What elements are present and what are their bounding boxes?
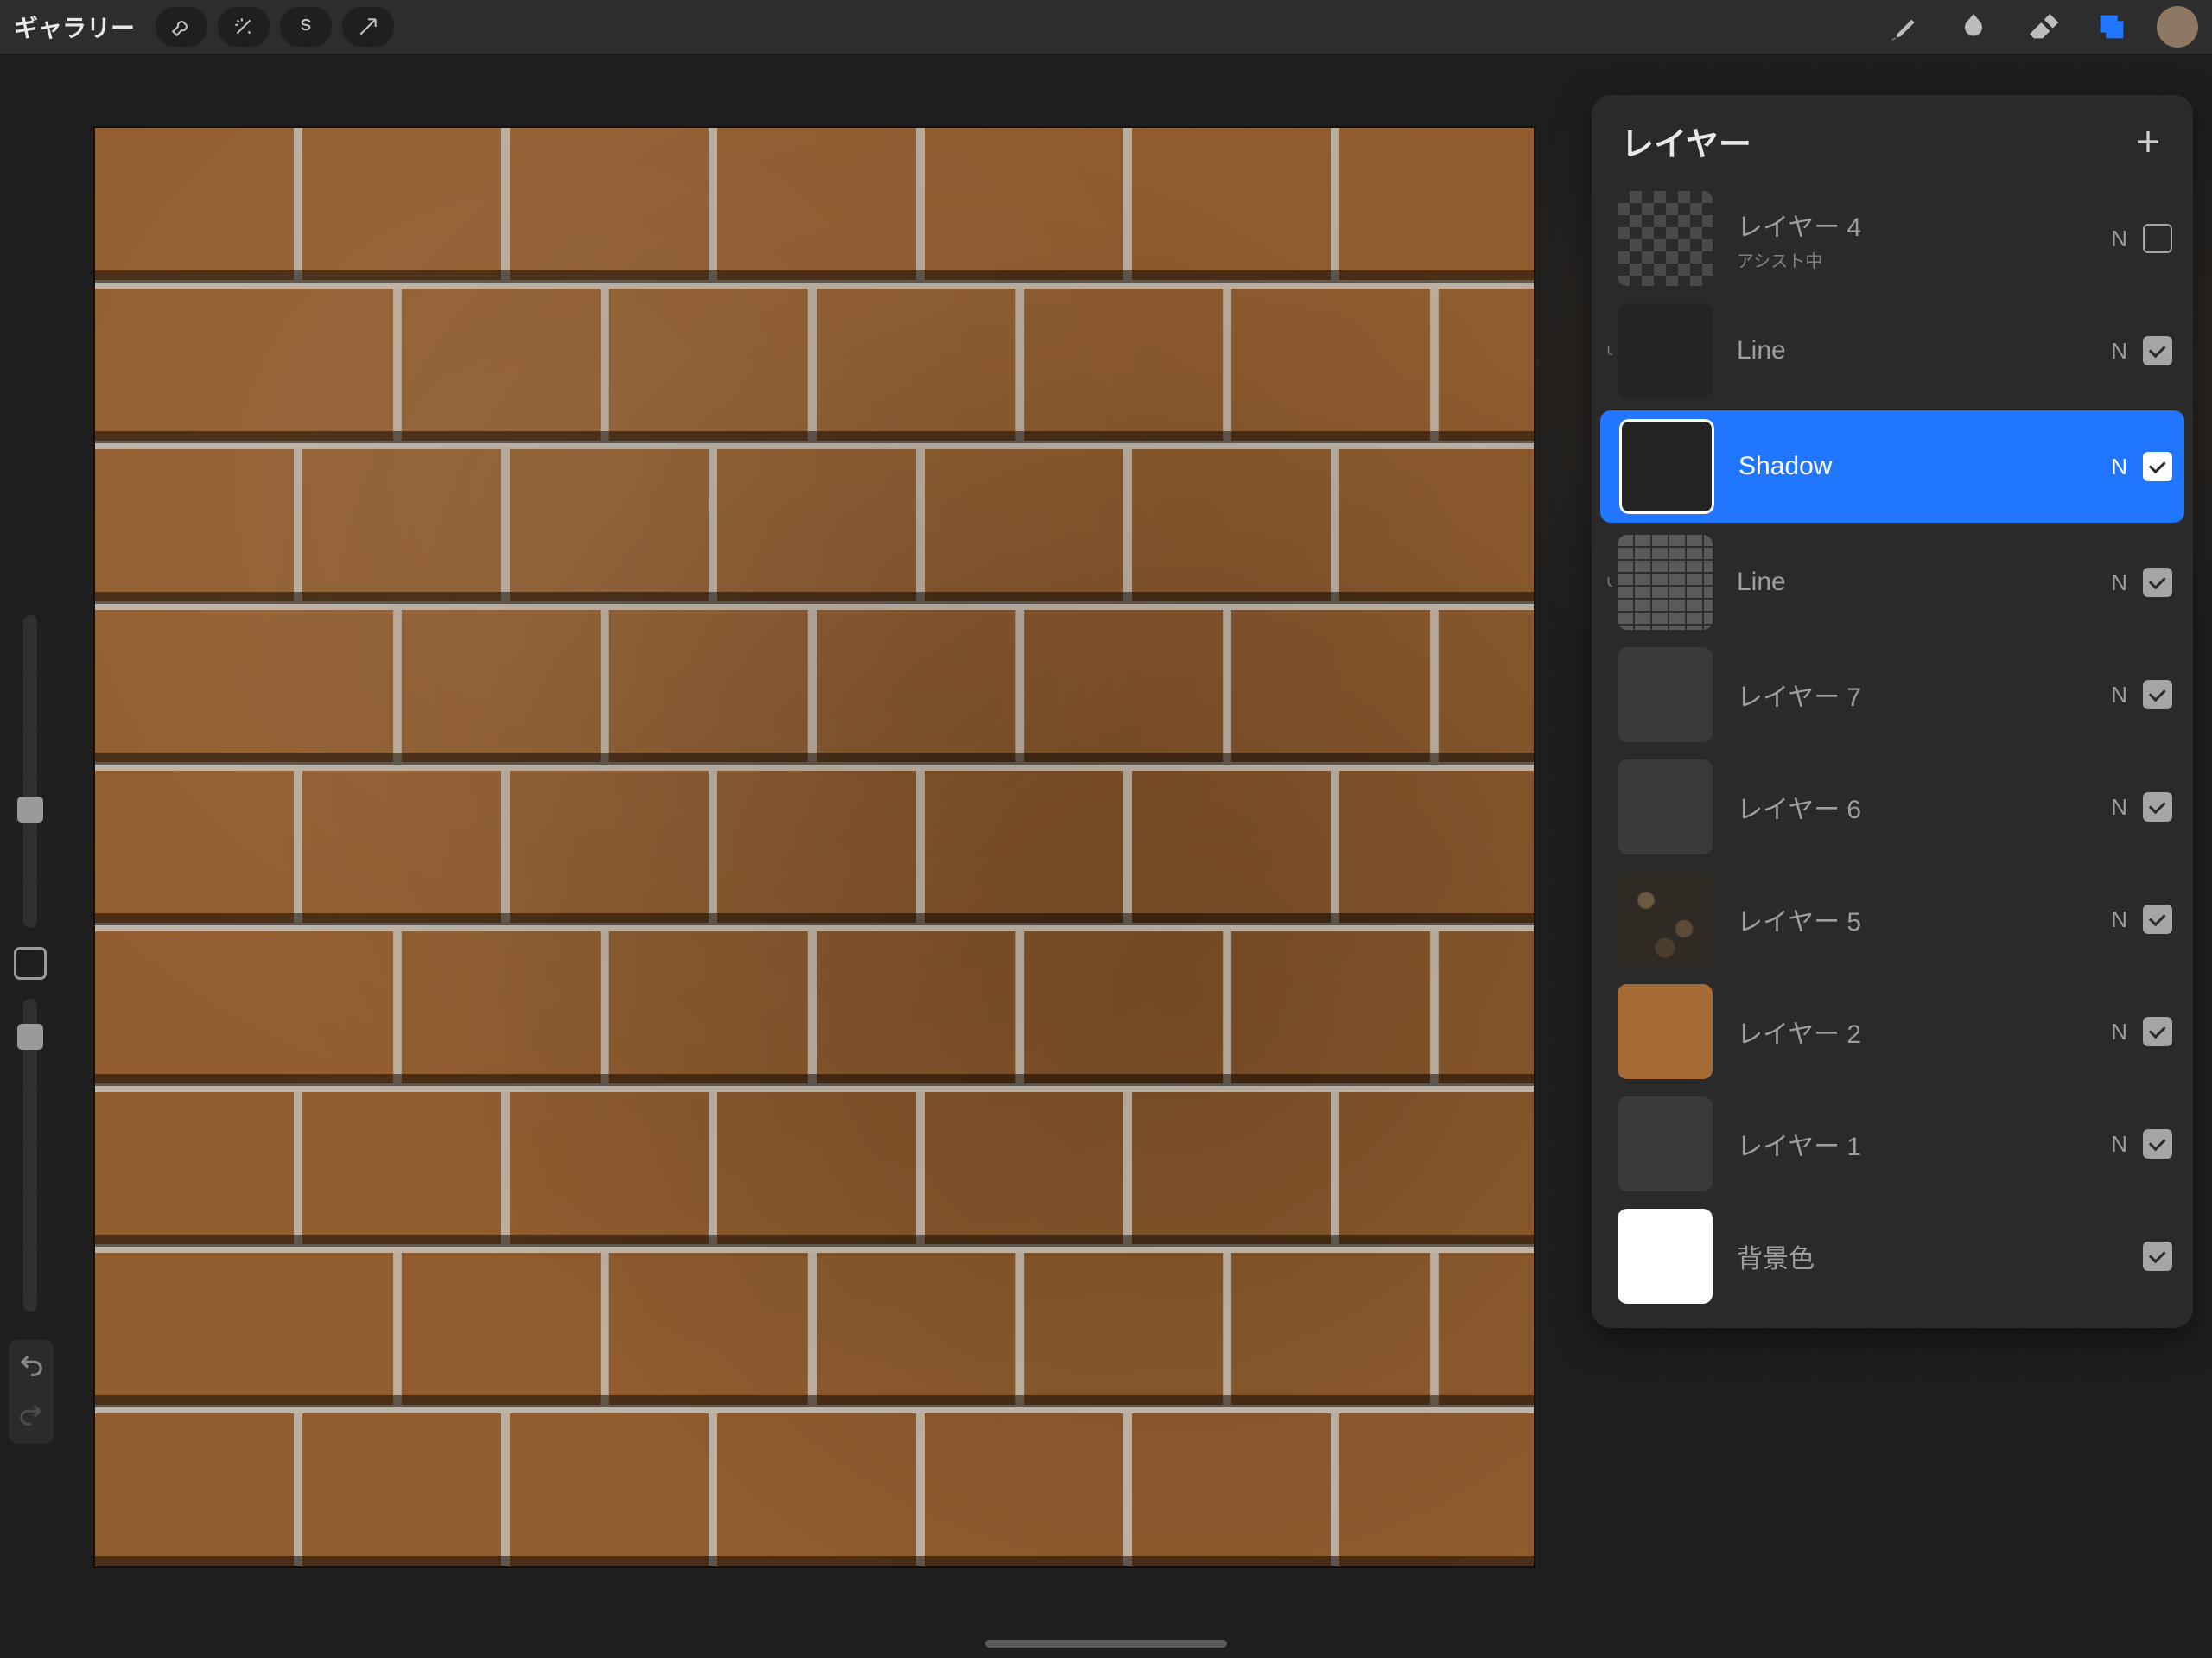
layer-thumbnail[interactable] <box>1618 759 1713 854</box>
layer-row[interactable]: Line N <box>1592 295 2193 407</box>
left-slider-rail <box>7 605 54 1322</box>
s-icon <box>295 16 317 38</box>
layer-subtitle: アシスト中 <box>1737 247 2095 272</box>
layer-text: レイヤー 2 <box>1737 1013 2095 1051</box>
layers-button[interactable] <box>2086 5 2138 48</box>
blend-mode-button[interactable]: N <box>2111 794 2127 821</box>
brush-icon <box>1887 10 1922 44</box>
blend-mode-button[interactable]: N <box>2111 1019 2127 1045</box>
visibility-checkbox[interactable] <box>2143 336 2172 365</box>
visibility-checkbox[interactable] <box>2143 680 2172 709</box>
layer-name: レイヤー 7 <box>1737 676 2095 714</box>
layer-row[interactable]: レイヤー 6 N <box>1592 751 2193 863</box>
layer-text: レイヤー 7 <box>1737 676 2095 714</box>
undo-icon <box>18 1352 44 1378</box>
layer-text: レイヤー 6 <box>1737 788 2095 826</box>
layer-row[interactable]: レイヤー 2 N <box>1592 975 2193 1088</box>
visibility-checkbox[interactable] <box>2143 792 2172 822</box>
eyedropper-button[interactable] <box>14 947 47 980</box>
layer-name: レイヤー 6 <box>1737 788 2095 826</box>
layers-panel: レイヤー レイヤー 4アシスト中NLineNShadowNLineNレイヤー 7… <box>1592 95 2193 1328</box>
wrench-icon <box>170 16 193 38</box>
blend-mode-button[interactable]: N <box>2111 338 2127 365</box>
layer-text: レイヤー 5 <box>1737 900 2095 938</box>
actions-button[interactable] <box>156 7 207 47</box>
brush-opacity-slider[interactable] <box>23 999 37 1312</box>
layer-thumbnail[interactable] <box>1618 1096 1713 1191</box>
top-toolbar: ギャラリー <box>0 0 2212 54</box>
layer-name: レイヤー 2 <box>1737 1013 2095 1051</box>
blend-mode-button[interactable]: N <box>2111 682 2127 708</box>
layer-text: レイヤー 1 <box>1737 1125 2095 1163</box>
transform-button[interactable] <box>342 7 394 47</box>
color-swatch[interactable] <box>2157 6 2198 48</box>
home-indicator <box>985 1640 1227 1648</box>
layer-text: Line <box>1737 568 2095 597</box>
layer-name: レイヤー 5 <box>1737 900 2095 938</box>
redo-icon <box>18 1401 44 1427</box>
visibility-checkbox[interactable] <box>2143 905 2172 934</box>
layer-name: Line <box>1737 568 2095 597</box>
blend-mode-button[interactable]: N <box>2111 569 2127 596</box>
layer-thumbnail[interactable] <box>1618 872 1713 967</box>
layer-row[interactable]: レイヤー 1 N <box>1592 1088 2193 1200</box>
layer-row[interactable]: Shadow N <box>1600 410 2184 523</box>
brush-opacity-thumb[interactable] <box>17 1024 43 1050</box>
visibility-checkbox[interactable] <box>2143 224 2172 253</box>
layer-name: 背景色 <box>1737 1237 2105 1275</box>
blend-mode-button[interactable]: N <box>2111 454 2127 480</box>
layer-row[interactable]: 背景色 <box>1592 1200 2193 1312</box>
redo-button[interactable] <box>18 1401 44 1432</box>
smudge-button[interactable] <box>1948 5 1999 48</box>
layer-thumbnail[interactable] <box>1619 419 1714 514</box>
eraser-icon <box>2025 10 2060 44</box>
plus-icon <box>2133 126 2164 157</box>
undo-button[interactable] <box>18 1352 44 1382</box>
smudge-icon <box>1956 10 1991 44</box>
layer-text: Line <box>1737 336 2095 365</box>
visibility-checkbox[interactable] <box>2143 452 2172 481</box>
brush-size-thumb[interactable] <box>17 797 43 823</box>
blend-mode-button[interactable]: N <box>2111 226 2127 252</box>
layer-text: レイヤー 4 アシスト中 <box>1737 206 2095 272</box>
arrow-icon <box>357 16 379 38</box>
layer-row[interactable]: レイヤー 7 N <box>1592 638 2193 751</box>
layer-row[interactable]: レイヤー 5 N <box>1592 863 2193 975</box>
adjustments-button[interactable] <box>218 7 270 47</box>
layer-name: レイヤー 4 <box>1737 206 2095 244</box>
layers-title: レイヤー <box>1621 118 1751 165</box>
layer-text: 背景色 <box>1737 1237 2105 1275</box>
visibility-checkbox[interactable] <box>2143 1129 2172 1159</box>
canvas[interactable] <box>95 128 1534 1566</box>
blend-mode-button[interactable]: N <box>2111 906 2127 933</box>
layer-row[interactable]: レイヤー 4 アシスト中 N <box>1592 182 2193 295</box>
layers-icon <box>2094 10 2129 44</box>
visibility-checkbox[interactable] <box>2143 568 2172 597</box>
layer-text: Shadow <box>1738 452 2095 481</box>
layer-name: レイヤー 1 <box>1737 1125 2095 1163</box>
layer-thumbnail[interactable] <box>1618 647 1713 742</box>
layer-name: Line <box>1737 336 2095 365</box>
layer-thumbnail[interactable] <box>1618 191 1713 286</box>
artwork-dim-overlay <box>95 128 1534 1566</box>
wand-icon <box>232 16 255 38</box>
layer-list: レイヤー 4アシスト中NLineNShadowNLineNレイヤー 7Nレイヤー… <box>1592 182 2193 1312</box>
layer-thumbnail[interactable] <box>1618 303 1713 398</box>
eraser-button[interactable] <box>2017 5 2069 48</box>
layer-row[interactable]: Line N <box>1592 526 2193 638</box>
layer-thumbnail[interactable] <box>1618 535 1713 630</box>
layer-thumbnail[interactable] <box>1618 1209 1713 1304</box>
undo-redo-group <box>9 1340 54 1444</box>
brush-size-slider[interactable] <box>23 615 37 928</box>
layers-header: レイヤー <box>1592 95 2193 182</box>
layer-name: Shadow <box>1738 452 2095 481</box>
layer-thumbnail[interactable] <box>1618 984 1713 1079</box>
brush-button[interactable] <box>1878 5 1930 48</box>
gallery-button[interactable]: ギャラリー <box>14 10 135 44</box>
blend-mode-button[interactable]: N <box>2111 1131 2127 1158</box>
add-layer-button[interactable] <box>2133 126 2164 157</box>
selection-button[interactable] <box>280 7 332 47</box>
visibility-checkbox[interactable] <box>2143 1017 2172 1046</box>
visibility-checkbox[interactable] <box>2143 1242 2172 1271</box>
